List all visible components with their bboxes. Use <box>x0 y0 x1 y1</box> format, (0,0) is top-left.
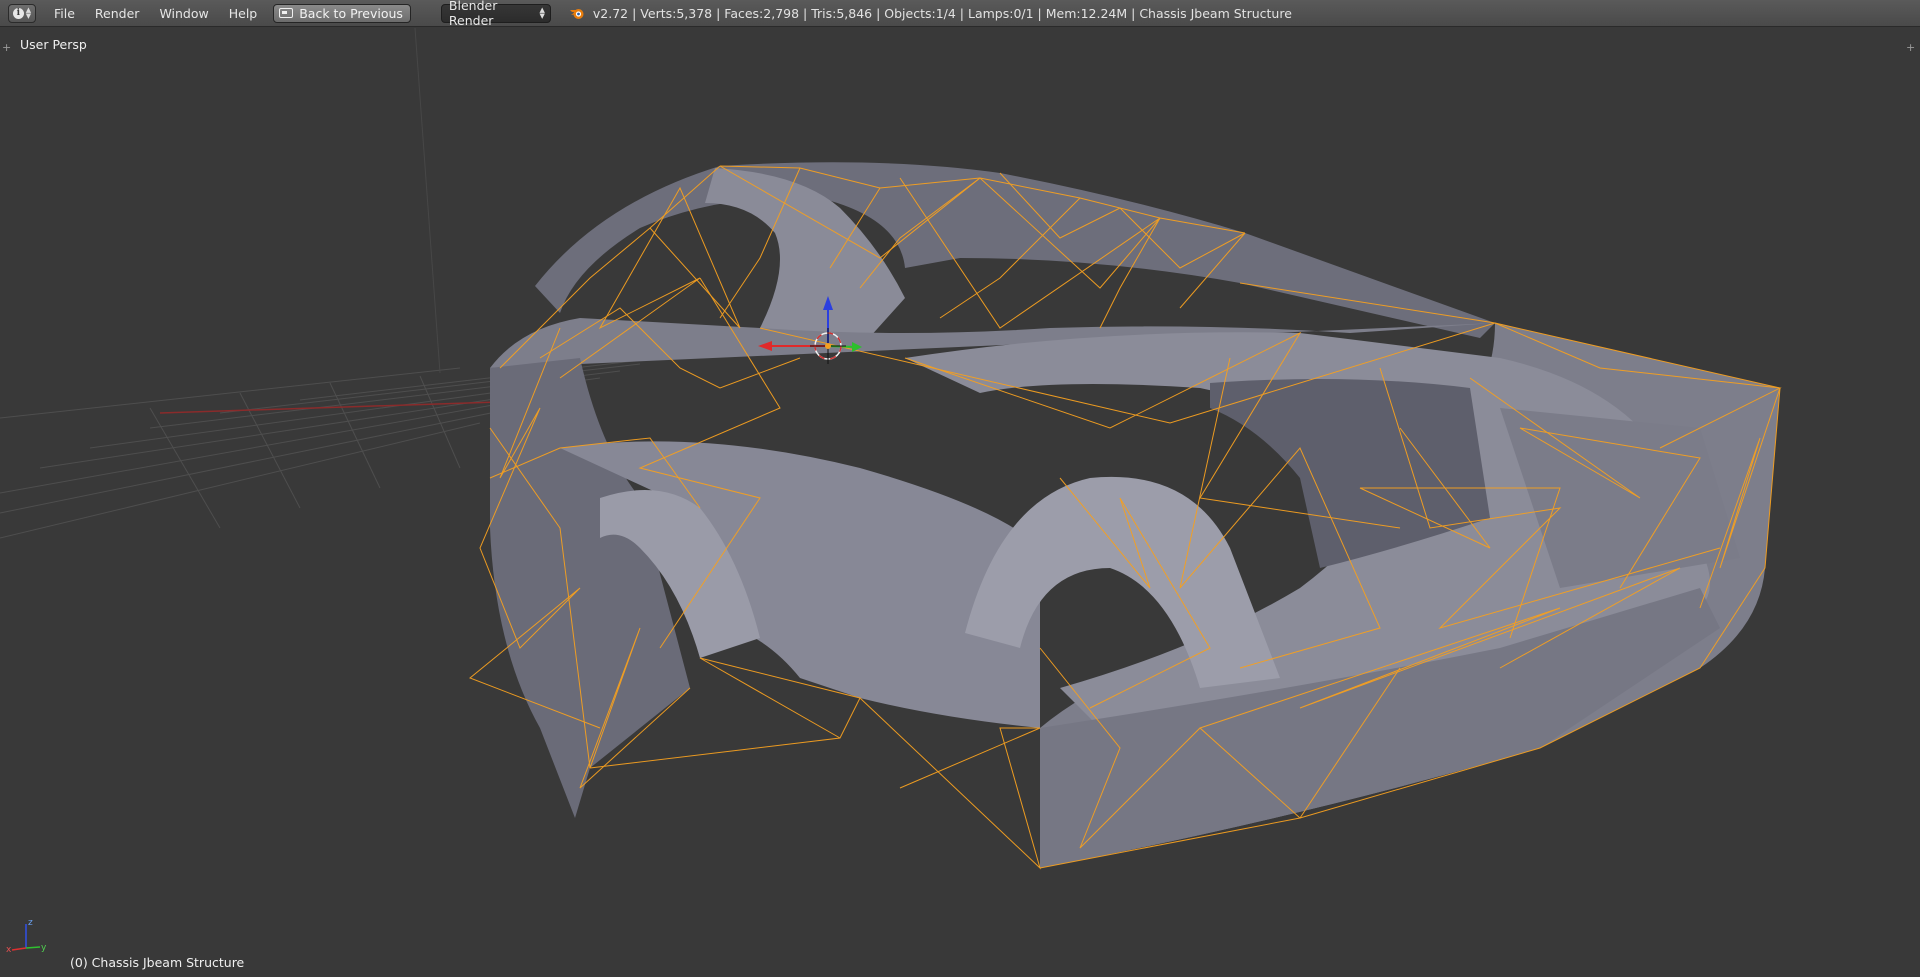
dropdown-arrows-icon: ▲ ▼ <box>539 6 545 20</box>
render-engine-select[interactable]: Blender Render ▲ ▼ <box>440 0 551 28</box>
back-to-previous-button[interactable]: Back to Previous <box>273 3 411 23</box>
region-expand-left-icon[interactable]: + <box>2 42 12 53</box>
menu-help[interactable]: Help <box>219 0 268 27</box>
info-icon: i <box>12 7 24 19</box>
updown-arrows-icon: ▲ ▼ <box>25 6 32 20</box>
viewport-canvas[interactable] <box>0 28 1920 977</box>
axis-y-label: y <box>41 943 47 953</box>
screen-back-icon <box>279 8 294 18</box>
menu-file[interactable]: File <box>44 0 85 27</box>
blender-logo-icon <box>569 9 584 19</box>
menu-window[interactable]: Window <box>149 0 218 27</box>
chassis-mesh[interactable] <box>490 162 1780 868</box>
active-object-status: (0) Chassis Jbeam Structure <box>70 955 245 970</box>
axis-x-label: x <box>6 945 12 955</box>
editor-type-selector[interactable]: i ▲ ▼ <box>8 3 36 23</box>
3d-viewport[interactable]: + + User Persp z x y (0) Chassis Jbeam S… <box>0 28 1920 977</box>
info-header: i ▲ ▼ File Render Window Help Back to Pre… <box>0 0 1920 28</box>
axis-orientation-gizmo: z x y <box>6 918 47 955</box>
axis-z-label: z <box>28 918 33 928</box>
back-to-previous-label: Back to Previous <box>299 5 403 21</box>
menu-render[interactable]: Render <box>85 0 150 27</box>
render-engine-value: Blender Render <box>448 0 498 28</box>
view-perspective-label: User Persp <box>20 37 87 52</box>
region-expand-right-icon[interactable]: + <box>1906 42 1916 53</box>
scene-statistics: v2.72 | Verts:5,378 | Faces:2,798 | Tris… <box>592 5 1292 21</box>
